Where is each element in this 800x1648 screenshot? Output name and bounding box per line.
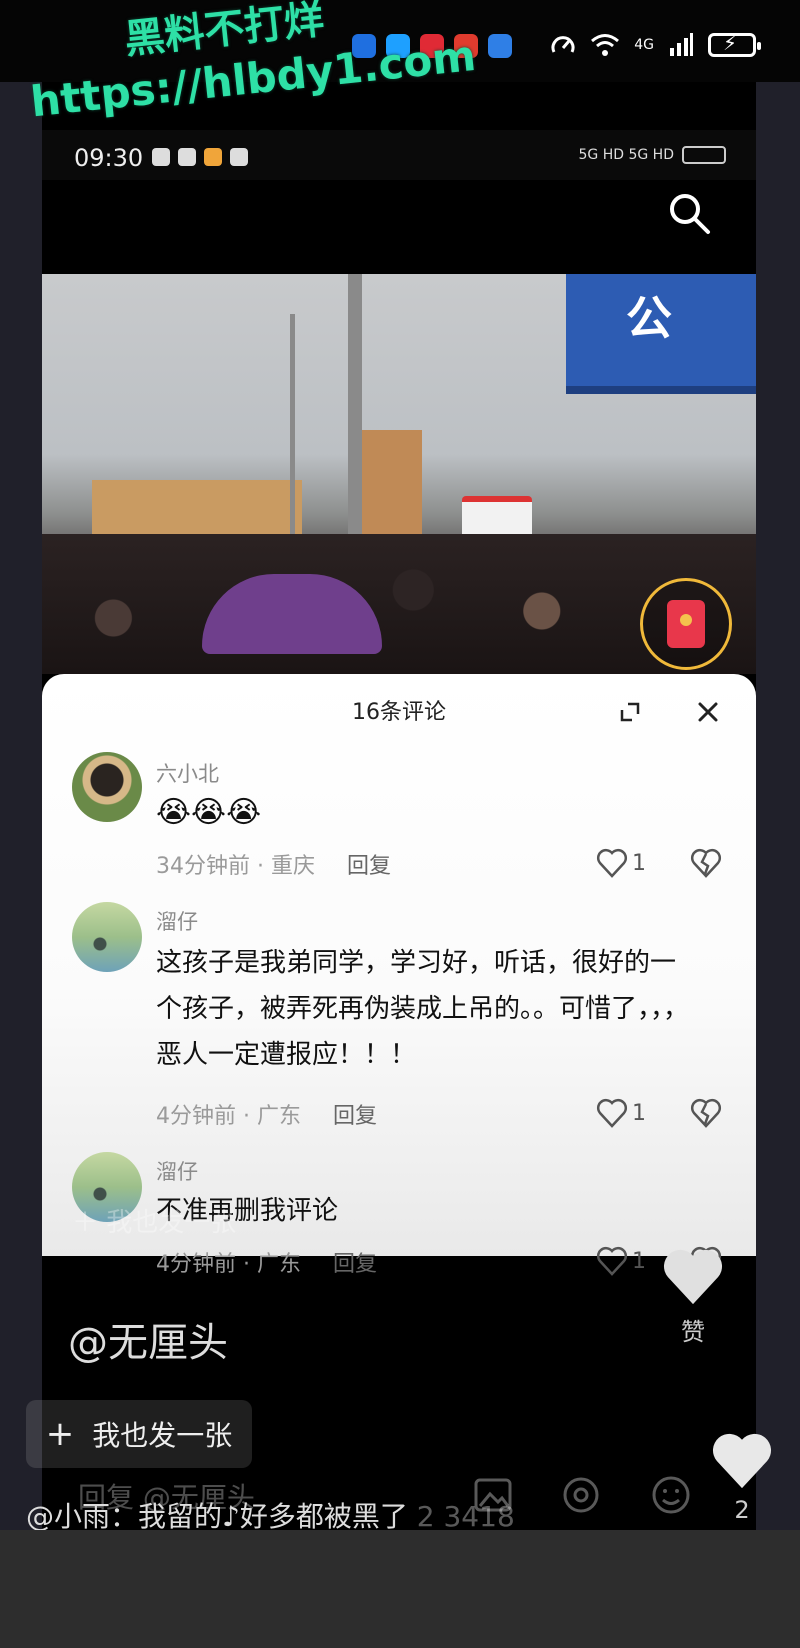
broken-heart-icon[interactable] — [690, 848, 722, 878]
comment-username[interactable]: 溜仔 — [156, 1156, 198, 1186]
battery-icon: ⚡ — [708, 31, 761, 57]
ghost-post-hint: ＋ 我也发一张 — [72, 1208, 237, 1238]
shop-sign: 公 — [566, 274, 756, 394]
reply-button[interactable]: 回复 — [333, 1246, 377, 1278]
right-frame — [756, 82, 800, 1530]
weibo-icon — [204, 148, 222, 166]
inner-network: 5G HD 5G HD — [578, 147, 674, 163]
reply-button[interactable]: 回复 — [347, 848, 391, 880]
inner-screen: 09:30 5G HD 5G HD 公 16条评论 六小北 😭😭😭 34分钟前 … — [42, 82, 756, 1530]
danmaku-comment: @小雨：我留的♪好多都被黑了 2 3418 — [26, 1495, 515, 1535]
comment-count-title: 16条评论 — [352, 700, 446, 725]
comment-meta: 4分钟前 · 广东 回复 — [156, 1246, 377, 1278]
inner-battery-icon — [682, 146, 726, 164]
plus-icon: + — [45, 1414, 75, 1454]
author-handle[interactable]: @无厘头 — [68, 1310, 228, 1368]
heart-icon — [596, 848, 628, 878]
like-button[interactable]: 1 — [596, 1246, 646, 1276]
reply-button[interactable]: 回复 — [333, 1098, 377, 1130]
like-button[interactable]: 1 — [596, 848, 646, 878]
bottom-bar — [0, 1530, 800, 1648]
utility-pole — [348, 274, 362, 534]
heart-icon — [596, 1098, 628, 1128]
like-count: 1 — [632, 1100, 646, 1126]
post-photo-label: 我也发一张 — [92, 1419, 233, 1452]
expand-icon[interactable] — [618, 700, 642, 724]
like-label: 赞 — [681, 1318, 705, 1346]
comment-text: 这孩子是我弟同学，学习好，听话，很好的一个孩子，被弄死再伪装成上吊的。。可惜了，… — [156, 948, 690, 1070]
comment-text: 不准再删我评论 — [156, 1196, 339, 1226]
comment-time: 4分钟前 · 广东 — [156, 1252, 301, 1277]
inner-system-icons: 5G HD 5G HD — [579, 146, 726, 164]
app-icon — [178, 148, 196, 166]
browser-app-icon — [488, 34, 512, 58]
danmaku-count: 2 3418 — [416, 1500, 515, 1533]
system-icons: 4G ⚡ — [550, 31, 761, 58]
emoji-icon[interactable] — [650, 1474, 692, 1516]
comment-text: 😭😭😭 — [156, 795, 262, 830]
street-lamp — [290, 314, 295, 544]
inner-status-bar: 09:30 5G HD 5G HD — [42, 130, 756, 180]
signal-icon — [670, 33, 693, 56]
search-icon[interactable] — [666, 190, 712, 236]
red-packet-button[interactable] — [640, 578, 732, 670]
post-photo-button[interactable]: + 我也发一张 — [26, 1400, 252, 1468]
avatar[interactable] — [72, 752, 142, 822]
mail-icon — [230, 148, 248, 166]
comment-meta: 34分钟前 · 重庆 回复 — [156, 848, 391, 880]
speed-icon — [551, 36, 575, 53]
comment-time: 4分钟前 · 广东 — [156, 1104, 301, 1129]
comment-username[interactable]: 溜仔 — [156, 906, 198, 936]
favorite-count: 2 — [734, 1496, 750, 1524]
red-envelope-icon — [667, 600, 705, 648]
heart-icon — [663, 1249, 723, 1305]
inner-notification-icons — [152, 148, 248, 166]
danmaku-text: @小雨：我留的♪好多都被黑了 — [26, 1500, 408, 1533]
left-frame — [0, 82, 42, 1530]
comment-time: 34分钟前 · 重庆 — [156, 854, 315, 879]
broken-heart-icon[interactable] — [690, 1098, 722, 1128]
favorite-button[interactable]: 2 — [710, 1432, 774, 1524]
mention-icon[interactable] — [560, 1474, 602, 1516]
wechat-icon — [152, 148, 170, 166]
like-count: 1 — [632, 850, 646, 876]
heart-icon — [712, 1433, 772, 1489]
comment-username[interactable]: 六小北 — [156, 758, 219, 788]
heart-icon — [596, 1246, 628, 1276]
comment-sheet: 16条评论 六小北 😭😭😭 34分钟前 · 重庆 回复 1 溜仔 这孩子是我弟同… — [42, 674, 756, 1277]
like-count: 1 — [632, 1248, 646, 1274]
inner-time: 09:30 — [74, 144, 144, 172]
avatar[interactable] — [72, 902, 142, 972]
comment-meta: 4分钟前 · 广东 回复 — [156, 1098, 377, 1130]
wifi-icon — [591, 34, 620, 56]
video-like-button[interactable]: 赞 — [656, 1248, 730, 1347]
network-type: 4G — [634, 37, 654, 53]
close-icon[interactable] — [694, 698, 722, 726]
like-button[interactable]: 1 — [596, 1098, 646, 1128]
